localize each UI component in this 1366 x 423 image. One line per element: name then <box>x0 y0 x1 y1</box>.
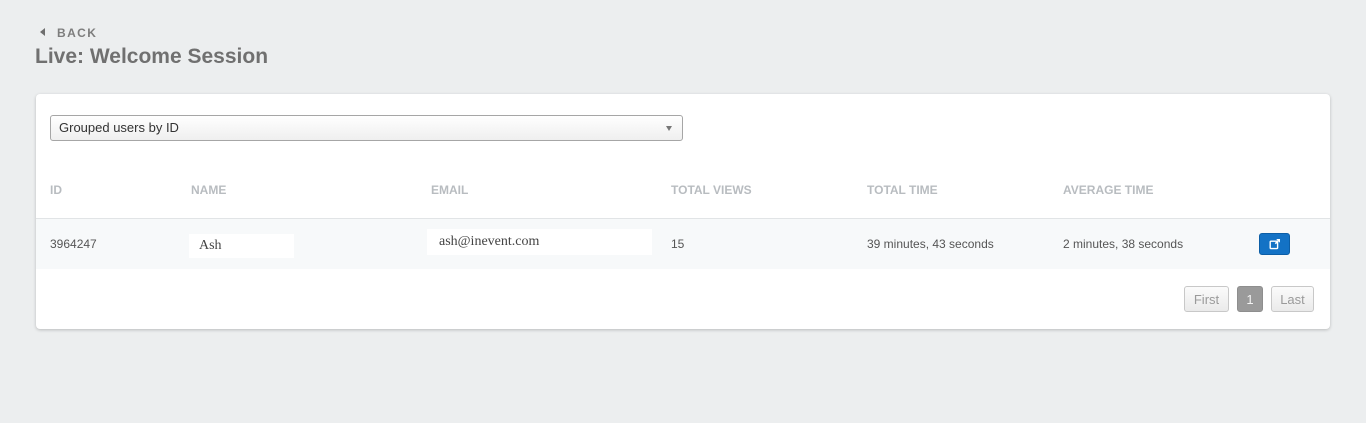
table-row: 3964247 Ash ash@inevent.com 15 39 minute… <box>36 218 1330 269</box>
cell-total-time: 39 minutes, 43 seconds <box>867 237 994 251</box>
cell-average-time: 2 minutes, 38 seconds <box>1063 237 1184 251</box>
cell-total-views: 15 <box>671 237 685 251</box>
cell-name: Ash <box>199 238 222 253</box>
grouping-select[interactable]: Grouped users by ID <box>50 115 683 141</box>
column-header-email: EMAIL <box>431 183 469 197</box>
column-header-name: NAME <box>191 183 227 197</box>
cell-email: ash@inevent.com <box>439 234 540 249</box>
email-field: ash@inevent.com <box>427 229 652 255</box>
pagination-last-button[interactable]: Last <box>1271 286 1314 312</box>
column-header-average-time: AVERAGE TIME <box>1063 183 1154 197</box>
open-details-button[interactable] <box>1259 233 1290 255</box>
column-header-id: ID <box>50 183 62 197</box>
report-card: Grouped users by ID ID NAME EMAIL TOTAL … <box>36 94 1330 329</box>
external-link-icon <box>1269 238 1281 250</box>
name-field: Ash <box>189 234 294 258</box>
back-label: BACK <box>57 26 98 40</box>
caret-left-icon <box>40 28 45 36</box>
cell-id: 3964247 <box>50 237 97 251</box>
grouping-select-value: Grouped users by ID <box>59 120 179 135</box>
page-title: Live: Welcome Session <box>35 45 269 68</box>
column-header-total-views: TOTAL VIEWS <box>671 183 752 197</box>
pagination-first-button[interactable]: First <box>1184 286 1229 312</box>
back-link[interactable]: BACK <box>40 26 97 40</box>
pagination-page-1[interactable]: 1 <box>1237 286 1263 312</box>
chevron-down-icon <box>666 126 672 131</box>
column-header-total-time: TOTAL TIME <box>867 183 938 197</box>
